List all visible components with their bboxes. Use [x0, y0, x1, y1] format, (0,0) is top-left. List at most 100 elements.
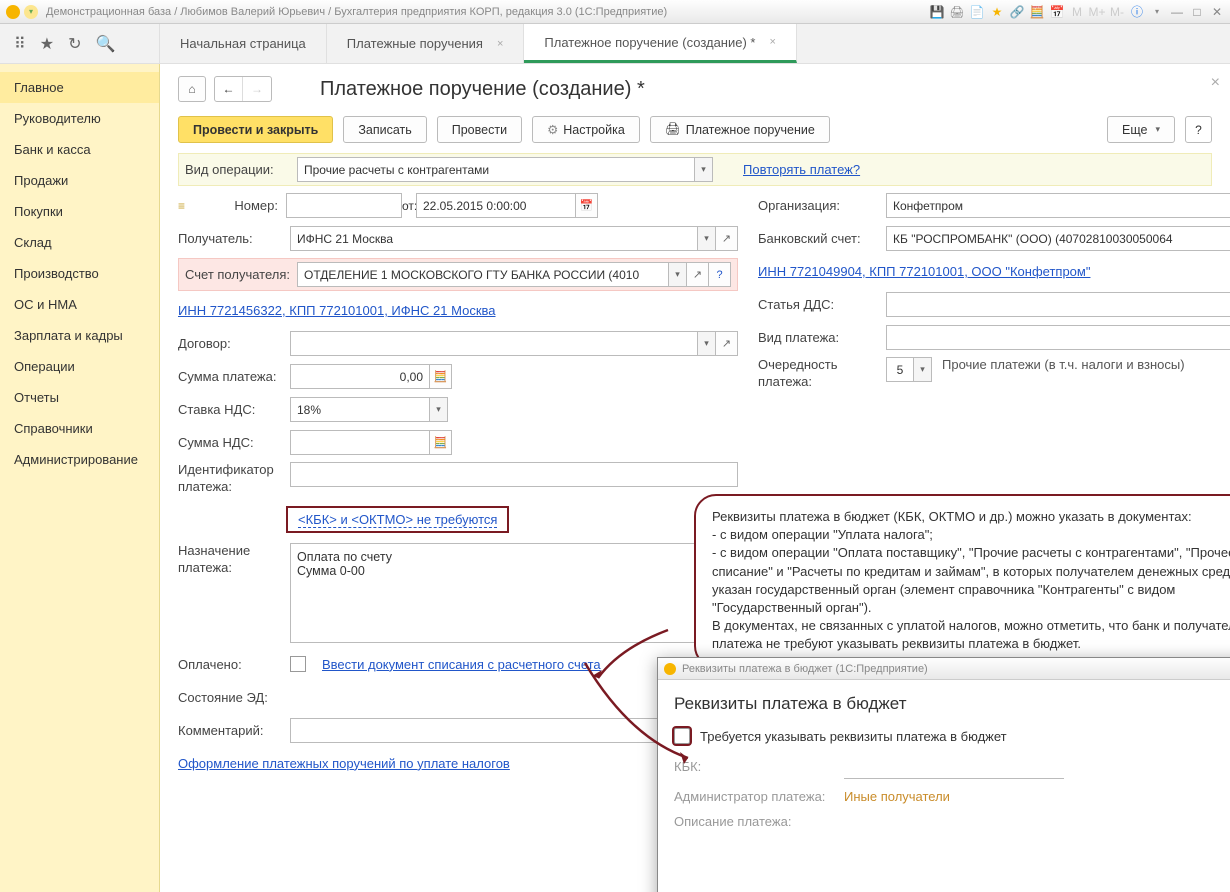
- os-title-bar: ▾ Демонстрационная база / Любимов Валери…: [0, 0, 1230, 24]
- popup-kbk-input[interactable]: [844, 754, 1064, 779]
- link-icon[interactable]: 🔗: [1010, 5, 1024, 19]
- number-input[interactable]: [286, 193, 402, 218]
- sidebar: Главное Руководителю Банк и касса Продаж…: [0, 64, 160, 892]
- close-form-icon[interactable]: ×: [1211, 74, 1220, 92]
- info-icon[interactable]: ⓘ: [1130, 5, 1144, 19]
- print-button[interactable]: 🖨Платежное поручение: [650, 116, 830, 143]
- help-button[interactable]: ?: [1185, 116, 1212, 143]
- sidebar-item-salary[interactable]: Зарплата и кадры: [0, 320, 159, 351]
- open-icon[interactable]: ↗: [716, 331, 738, 356]
- dropdown-icon[interactable]: ▾: [698, 331, 716, 356]
- quick-tools: ⠿ ★ ↻ 🔍: [0, 24, 160, 63]
- tax-payment-orders-link[interactable]: Оформление платежных поручений по уплате…: [178, 756, 510, 771]
- info-dd-icon[interactable]: ▾: [1150, 5, 1164, 19]
- payment-type-input[interactable]: [886, 325, 1230, 350]
- calendar-icon[interactable]: 📅: [1050, 5, 1064, 19]
- dropdown-icon[interactable]: ▾: [669, 262, 687, 287]
- open-icon[interactable]: ↗: [687, 262, 709, 287]
- enter-writeoff-link[interactable]: Ввести документ списания с расчетного сч…: [322, 657, 601, 672]
- post-and-close-button[interactable]: Провести и закрыть: [178, 116, 333, 143]
- sidebar-item-main[interactable]: Главное: [0, 72, 159, 103]
- tab-home[interactable]: Начальная страница: [160, 24, 327, 63]
- tab-close-icon[interactable]: ×: [497, 38, 503, 50]
- minimize-icon[interactable]: —: [1170, 5, 1184, 19]
- sidebar-item-reports[interactable]: Отчеты: [0, 382, 159, 413]
- priority-note: Прочие платежи (в т.ч. налоги и взносы): [942, 357, 1185, 372]
- ed-state-label: Состояние ЭД:: [178, 690, 290, 705]
- org-inn-link[interactable]: ИНН 7721049904, КПП 772101001, ООО "Конф…: [758, 264, 1090, 279]
- sidebar-item-catalogs[interactable]: Справочники: [0, 413, 159, 444]
- recipient-inn-link[interactable]: ИНН 7721456322, КПП 772101001, ИФНС 21 М…: [178, 303, 496, 318]
- recipient-account-input[interactable]: ОТДЕЛЕНИЕ 1 МОСКОВСКОГО ГТУ БАНКА РОССИИ…: [297, 262, 669, 287]
- bank-account-label: Банковский счет:: [758, 231, 886, 246]
- calculator-icon[interactable]: 🧮: [430, 364, 452, 389]
- kbk-oktmo-link[interactable]: <КБК> и <ОКТМО> не требуются: [298, 512, 497, 528]
- date-input[interactable]: 22.05.2015 0:00:00: [416, 193, 576, 218]
- printer-icon: 🖨: [665, 122, 681, 137]
- home-button[interactable]: ⌂: [178, 76, 206, 102]
- purpose-textarea[interactable]: Оплата по счету Сумма 0-00: [290, 543, 738, 643]
- m-plus-icon: M+: [1090, 5, 1104, 19]
- sidebar-item-bank[interactable]: Банк и касса: [0, 134, 159, 165]
- vat-sum-label: Сумма НДС:: [178, 435, 290, 450]
- popup-window-title: Реквизиты платежа в бюджет (1С:Предприят…: [682, 663, 928, 675]
- more-button[interactable]: Еще▾: [1107, 116, 1175, 143]
- help-icon[interactable]: ?: [709, 262, 731, 287]
- contract-input[interactable]: [290, 331, 698, 356]
- calc-icon[interactable]: 🧮: [1030, 5, 1044, 19]
- sidebar-item-production[interactable]: Производство: [0, 258, 159, 289]
- operation-type-label: Вид операции:: [185, 162, 297, 177]
- sidebar-item-operations[interactable]: Операции: [0, 351, 159, 382]
- dropdown-icon[interactable]: ▾: [695, 157, 713, 182]
- organization-input[interactable]: Конфетпром: [886, 193, 1230, 218]
- payment-sum-input[interactable]: 0,00: [290, 364, 430, 389]
- vat-sum-input[interactable]: [290, 430, 430, 455]
- dds-input[interactable]: [886, 292, 1230, 317]
- settings-button[interactable]: ⚙Настройка: [532, 116, 640, 143]
- print-icon[interactable]: 🖨: [950, 5, 964, 19]
- tab-close-icon[interactable]: ×: [769, 36, 775, 48]
- search-icon[interactable]: 🔍: [95, 34, 115, 54]
- sidebar-item-assets[interactable]: ОС и НМА: [0, 289, 159, 320]
- apps-icon[interactable]: ⠿: [14, 34, 26, 54]
- vat-rate-input[interactable]: 18%: [290, 397, 430, 422]
- m-minus-icon: M-: [1110, 5, 1124, 19]
- sidebar-item-manager[interactable]: Руководителю: [0, 103, 159, 134]
- star-icon[interactable]: ★: [990, 5, 1004, 19]
- sidebar-item-purchases[interactable]: Покупки: [0, 196, 159, 227]
- history-icon[interactable]: ↻: [68, 34, 81, 54]
- doc-icon[interactable]: 📄: [970, 5, 984, 19]
- paid-checkbox[interactable]: [290, 656, 306, 672]
- write-button[interactable]: Записать: [343, 116, 426, 143]
- maximize-icon[interactable]: □: [1190, 5, 1204, 19]
- forward-button[interactable]: →: [243, 77, 271, 101]
- organization-label: Организация:: [758, 198, 886, 213]
- close-icon[interactable]: ✕: [1210, 5, 1224, 19]
- priority-input[interactable]: 5: [886, 357, 914, 382]
- window-title: Демонстрационная база / Любимов Валерий …: [46, 6, 930, 18]
- tab-payment-order-create[interactable]: Платежное поручение (создание) *×: [524, 24, 797, 63]
- dds-label: Статья ДДС:: [758, 297, 886, 312]
- tab-payment-orders[interactable]: Платежные поручения×: [327, 24, 525, 63]
- back-button[interactable]: ←: [215, 77, 243, 101]
- post-button[interactable]: Провести: [437, 116, 522, 143]
- dropdown-icon[interactable]: ▾: [914, 357, 932, 382]
- recipient-input[interactable]: ИФНС 21 Москва: [290, 226, 698, 251]
- bank-account-input[interactable]: КБ "РОСПРОМБАНК" (ООО) (4070281003005006…: [886, 226, 1230, 251]
- payment-id-input[interactable]: [290, 462, 738, 487]
- sidebar-item-sales[interactable]: Продажи: [0, 165, 159, 196]
- require-budget-label: Требуется указывать реквизиты платежа в …: [700, 729, 1007, 744]
- dropdown-icon[interactable]: ▾: [430, 397, 448, 422]
- repeat-payment-link[interactable]: Повторять платеж?: [743, 162, 860, 177]
- save-icon[interactable]: 💾: [930, 5, 944, 19]
- calculator-icon[interactable]: 🧮: [430, 430, 452, 455]
- sidebar-item-admin[interactable]: Администрирование: [0, 444, 159, 475]
- operation-type-input[interactable]: Прочие расчеты с контрагентами: [297, 157, 695, 182]
- favorites-icon[interactable]: ★: [40, 34, 54, 54]
- calendar-icon[interactable]: 📅: [576, 193, 598, 218]
- sidebar-item-warehouse[interactable]: Склад: [0, 227, 159, 258]
- dropdown-icon[interactable]: ▾: [698, 226, 716, 251]
- open-icon[interactable]: ↗: [716, 226, 738, 251]
- dropdown-icon[interactable]: ▾: [24, 5, 38, 19]
- recipient-label: Получатель:: [178, 231, 290, 246]
